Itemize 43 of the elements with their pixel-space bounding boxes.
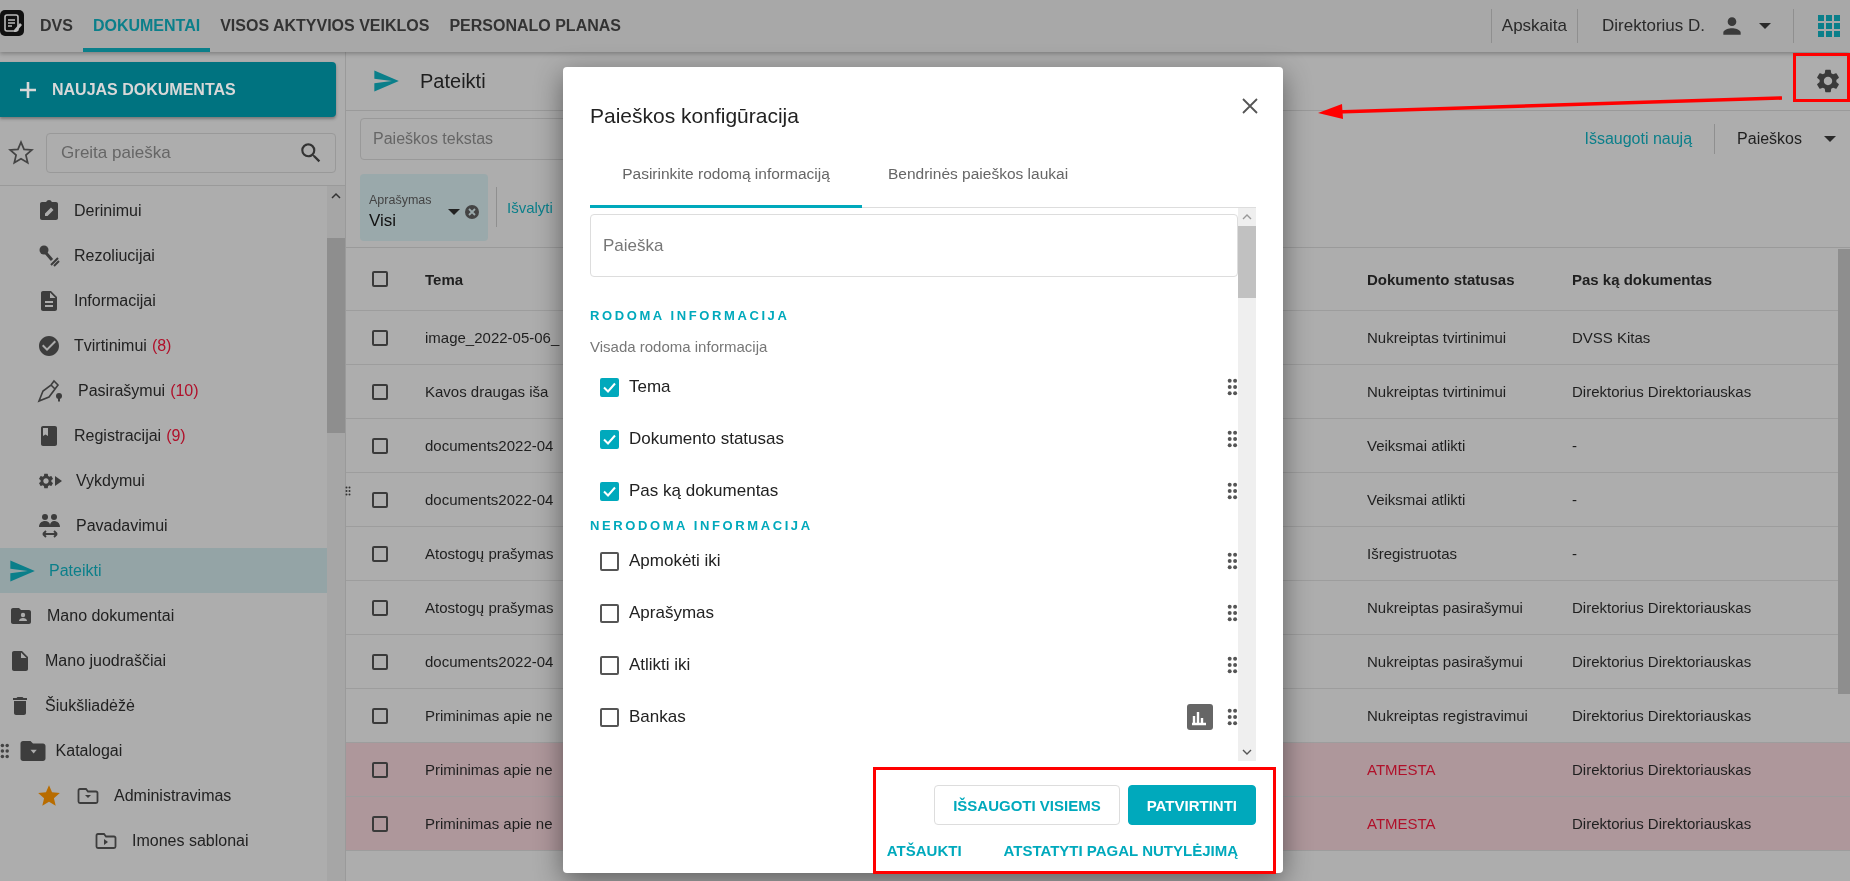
table-cell: DVSS Kitas (1572, 329, 1651, 346)
section-heading: NERODOMA INFORMACIJA (590, 517, 814, 535)
table-cell: Direktorius Direktoriauskas (1572, 599, 1752, 616)
table-cell: Direktorius Direktoriauskas (1572, 383, 1752, 400)
table-cell: documents2022-04 (425, 491, 554, 508)
table-cell: Nukreiptas tvirtinimui (1367, 383, 1507, 400)
table-cell: Direktorius Direktoriauskas (1572, 707, 1752, 724)
table-cell: ATMESTA (1367, 761, 1436, 778)
table-cell: Veiksmai atlikti (1367, 437, 1466, 454)
table-cell: Priminimas apie ne (425, 761, 553, 778)
table-cell: Kavos draugas iša (425, 383, 549, 400)
field-label: Dokumento statusas (629, 429, 785, 449)
field-label: Aprašymas (629, 603, 716, 623)
table-cell: - (1572, 491, 1577, 508)
field-label: Tema (629, 377, 672, 397)
table-cell: ATMESTA (1367, 815, 1436, 832)
table-cell: - (1572, 545, 1577, 562)
table-cell: Direktorius Direktoriauskas (1572, 815, 1752, 832)
page-title: Pateikti (420, 69, 487, 93)
section-heading: RODOMA INFORMACIJA (590, 307, 791, 325)
table-cell: Nukreiptas pasirašymui (1367, 599, 1523, 616)
table-cell: Išregistruotas (1367, 545, 1458, 562)
table-cell: documents2022-04 (425, 437, 554, 454)
field-label: Bankas (629, 707, 687, 727)
table-cell: Atostogų prašymas (425, 599, 554, 616)
table-cell: Direktorius Direktoriauskas (1572, 653, 1752, 670)
table-cell: Nukreiptas registravimui (1367, 707, 1528, 724)
table-cell: image_2022-05-06_ (425, 329, 560, 346)
table-cell: Nukreiptas tvirtinimui (1367, 329, 1507, 346)
table-cell: Direktorius Direktoriauskas (1572, 761, 1752, 778)
field-label: Atlikti iki (629, 655, 692, 675)
table-cell: - (1572, 437, 1577, 454)
table-cell: Priminimas apie ne (425, 707, 553, 724)
filter-label: Aprašymas (369, 193, 433, 207)
field-label: Apmokėti iki (629, 551, 722, 571)
table-cell: Veiksmai atlikti (1367, 491, 1466, 508)
table-cell: Nukreiptas pasirašymui (1367, 653, 1523, 670)
table-cell: documents2022-04 (425, 653, 554, 670)
table-cell: Atostogų prašymas (425, 545, 554, 562)
section-note: Visada rodoma informacija (590, 338, 769, 355)
field-label: Pas ką dokumentas (629, 481, 780, 501)
filter-value: Visi (369, 211, 398, 231)
table-cell: Priminimas apie ne (425, 815, 553, 832)
